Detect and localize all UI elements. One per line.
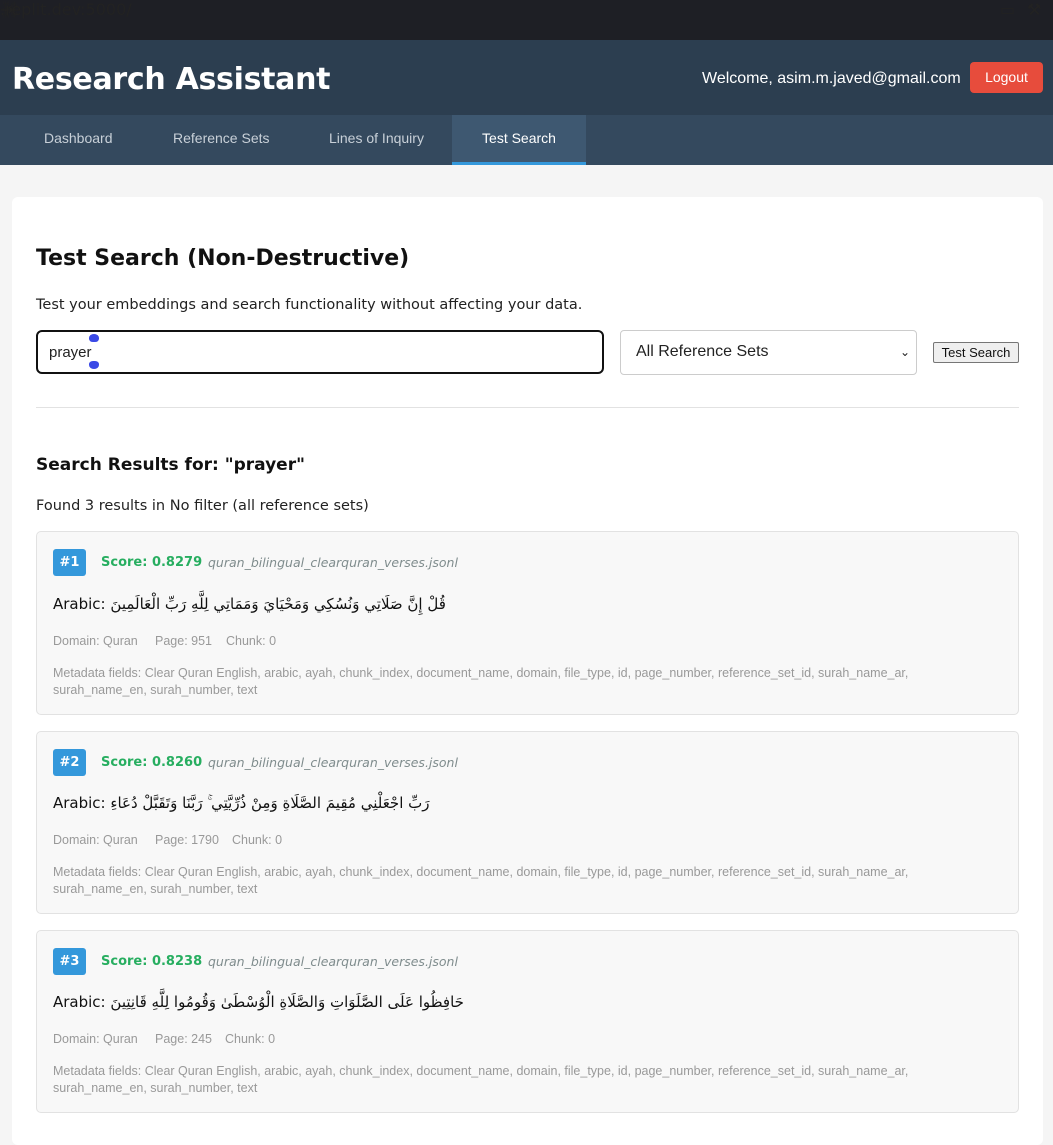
results-summary: Found 3 results in No filter (all refere… bbox=[36, 498, 369, 514]
results-title: Search Results for: "prayer" bbox=[36, 455, 305, 475]
divider bbox=[36, 407, 1019, 408]
reference-set-select-value: All Reference Sets bbox=[636, 343, 769, 360]
url-bar[interactable] bbox=[0, 0, 1053, 24]
logout-button[interactable]: Logout bbox=[970, 62, 1043, 93]
test-search-button[interactable]: Test Search bbox=[933, 342, 1019, 363]
url-host: .replit.dev:5000 bbox=[0, 0, 127, 19]
tab-dashboard[interactable]: Dashboard bbox=[44, 115, 113, 165]
url-path: / bbox=[126, 0, 132, 19]
result-arabic-line: Arabic: قُلْ إِنَّ صَلَاتِي وَنُسُكِي وَ… bbox=[53, 592, 446, 616]
go-arrow-icon[interactable]: → bbox=[0, 0, 13, 19]
arabic-label: Arabic: bbox=[53, 794, 106, 812]
search-input[interactable] bbox=[36, 330, 604, 374]
result-chunk: Chunk: 0 bbox=[225, 1032, 276, 1046]
chevron-down-icon: ⌄ bbox=[900, 345, 911, 359]
wrench-icon[interactable]: ⚒ bbox=[1027, 0, 1041, 19]
result-metadata-fields: Metadata fields: Clear Quran English, ar… bbox=[53, 666, 909, 697]
tab-reference-sets[interactable]: Reference Sets bbox=[173, 115, 270, 165]
result-rank-badge: #3 bbox=[53, 948, 86, 975]
result-score: Score: 0.8238 bbox=[101, 954, 203, 969]
result-chunk: Chunk: 0 bbox=[226, 634, 277, 648]
arabic-text: حَافِظُوا عَلَى الصَّلَوَاتِ وَالصَّلَاة… bbox=[110, 993, 464, 1011]
result-domain: Domain: Quran bbox=[53, 1032, 138, 1046]
text-selection-handle-bottom[interactable] bbox=[89, 361, 99, 369]
arabic-text: رَبِّ اجْعَلْنِي مُقِيمَ الصَّلَاةِ وَمِ… bbox=[110, 794, 430, 812]
result-page: Page: 951 bbox=[155, 634, 212, 648]
result-rank-badge: #2 bbox=[53, 749, 86, 776]
result-domain: Domain: Quran bbox=[53, 833, 138, 847]
arabic-label: Arabic: bbox=[53, 595, 106, 613]
result-score: Score: 0.8260 bbox=[101, 755, 203, 770]
tab-lines-of-inquiry[interactable]: Lines of Inquiry bbox=[329, 115, 424, 165]
result-page: Page: 1790 bbox=[155, 833, 219, 847]
result-score: Score: 0.8279 bbox=[101, 555, 203, 570]
url-text[interactable]: .replit.dev:5000/ bbox=[0, 0, 132, 19]
result-arabic-line: Arabic: حَافِظُوا عَلَى الصَّلَوَاتِ وَا… bbox=[53, 990, 464, 1014]
result-rank-badge: #1 bbox=[53, 549, 86, 576]
app-title: Research Assistant bbox=[12, 62, 331, 97]
result-filename: quran_bilingual_clearquran_verses.jsonl bbox=[208, 555, 458, 570]
result-filename: quran_bilingual_clearquran_verses.jsonl bbox=[208, 755, 458, 770]
result-domain: Domain: Quran bbox=[53, 634, 138, 648]
tab-test-search[interactable]: Test Search bbox=[452, 115, 586, 165]
result-chunk: Chunk: 0 bbox=[232, 833, 283, 847]
result-filename: quran_bilingual_clearquran_verses.jsonl bbox=[208, 954, 458, 969]
result-metadata-fields: Metadata fields: Clear Quran English, ar… bbox=[53, 1064, 909, 1095]
monitor-icon[interactable]: ▭ bbox=[1000, 0, 1015, 19]
welcome-text: Welcome, asim.m.javed@gmail.com bbox=[702, 70, 961, 87]
arabic-text: قُلْ إِنَّ صَلَاتِي وَنُسُكِي وَمَحْيَاي… bbox=[110, 595, 446, 613]
result-arabic-line: Arabic: رَبِّ اجْعَلْنِي مُقِيمَ الصَّلَ… bbox=[53, 791, 430, 815]
arabic-label: Arabic: bbox=[53, 993, 106, 1011]
result-page: Page: 245 bbox=[155, 1032, 212, 1046]
page-title: Test Search (Non-Destructive) bbox=[36, 246, 410, 271]
text-selection-handle-top[interactable] bbox=[89, 334, 99, 342]
result-metadata-fields: Metadata fields: Clear Quran English, ar… bbox=[53, 865, 909, 896]
page-description: Test your embeddings and search function… bbox=[36, 297, 583, 313]
